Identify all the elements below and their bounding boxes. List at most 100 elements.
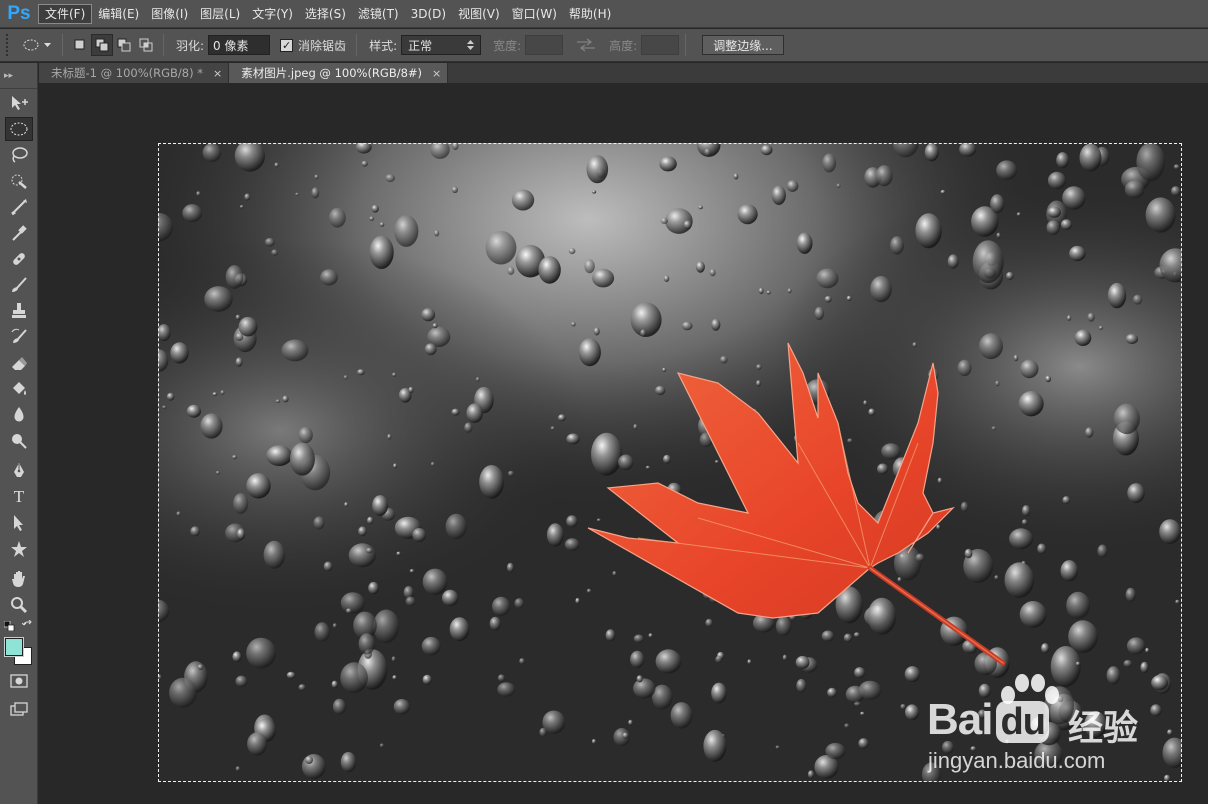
raindrop bbox=[1041, 643, 1050, 654]
raindrop bbox=[957, 359, 972, 377]
raindrop bbox=[979, 333, 1003, 360]
raindrop bbox=[394, 215, 419, 247]
eyedropper-tool[interactable] bbox=[5, 221, 33, 245]
add-to-selection-button[interactable] bbox=[91, 34, 113, 56]
custom-shape-tool[interactable] bbox=[5, 537, 33, 561]
raindrop bbox=[340, 751, 357, 773]
raindrop bbox=[305, 756, 313, 764]
dodge-tool[interactable] bbox=[5, 429, 33, 453]
lasso-icon bbox=[12, 147, 28, 163]
raindrop bbox=[1047, 171, 1066, 190]
menu-image[interactable]: 图像(I) bbox=[145, 4, 194, 24]
options-bar-grip[interactable] bbox=[6, 34, 16, 56]
raindrop bbox=[1106, 666, 1121, 685]
refine-edge-button[interactable]: 调整边缘... bbox=[702, 35, 784, 55]
raindrop bbox=[421, 636, 441, 656]
raindrop bbox=[340, 592, 365, 614]
raindrop bbox=[795, 655, 810, 669]
lasso-tool[interactable] bbox=[5, 143, 33, 167]
hand-tool[interactable] bbox=[5, 567, 33, 591]
tool-preset-picker[interactable] bbox=[16, 34, 56, 56]
brush-icon bbox=[12, 277, 27, 292]
height-input[interactable] bbox=[641, 35, 680, 55]
raindrop bbox=[662, 367, 667, 372]
raindrop bbox=[233, 493, 249, 514]
raindrop bbox=[464, 422, 473, 433]
raindrop bbox=[824, 295, 832, 303]
separator bbox=[163, 34, 164, 56]
raindrop bbox=[451, 408, 460, 416]
foreground-color-swatch[interactable] bbox=[4, 637, 24, 657]
healing-brush-icon bbox=[13, 253, 25, 265]
raindrop bbox=[1125, 333, 1139, 345]
close-icon[interactable]: × bbox=[213, 67, 222, 80]
tools-panel-collapse[interactable]: ▸▸ bbox=[0, 63, 37, 89]
raindrop bbox=[737, 204, 758, 225]
raindrop bbox=[1019, 601, 1047, 628]
paint-bucket-tool[interactable] bbox=[5, 377, 33, 401]
feather-input[interactable]: 0 像素 bbox=[208, 35, 271, 55]
raindrop bbox=[408, 386, 414, 393]
new-selection-button[interactable] bbox=[69, 34, 91, 56]
pen-tool[interactable] bbox=[5, 459, 33, 483]
raindrop bbox=[592, 268, 615, 288]
swap-dimensions-icon[interactable] bbox=[575, 38, 597, 52]
menu-layer[interactable]: 图层(L) bbox=[194, 4, 246, 24]
eyedropper-icon bbox=[12, 225, 27, 241]
eraser-tool[interactable] bbox=[5, 351, 33, 375]
raindrop bbox=[1056, 152, 1069, 169]
raindrop bbox=[1145, 647, 1150, 653]
elliptical-marquee-tool[interactable] bbox=[5, 117, 33, 141]
screen-mode-button[interactable] bbox=[5, 697, 33, 721]
raindrop bbox=[246, 473, 271, 499]
quick-mask-button[interactable] bbox=[5, 669, 33, 693]
menu-filter[interactable]: 滤镜(T) bbox=[352, 4, 405, 24]
raindrop bbox=[311, 187, 320, 199]
width-input[interactable] bbox=[525, 35, 564, 55]
antialias-checkbox[interactable]: ✓ bbox=[280, 38, 294, 52]
tab-material-image[interactable]: 素材图片.jpeg @ 100%(RGB/8#) × bbox=[229, 63, 449, 83]
move-tool[interactable] bbox=[5, 91, 33, 115]
type-tool[interactable]: T bbox=[5, 485, 33, 509]
clone-stamp-tool[interactable] bbox=[5, 299, 33, 323]
close-icon[interactable]: × bbox=[432, 67, 441, 80]
raindrop bbox=[758, 287, 764, 295]
crop-tool[interactable] bbox=[5, 195, 33, 219]
intersect-selection-icon bbox=[139, 38, 153, 52]
menu-edit[interactable]: 编辑(E) bbox=[92, 4, 145, 24]
menu-3d[interactable]: 3D(D) bbox=[405, 4, 452, 24]
raindrop bbox=[313, 516, 325, 530]
brush-tool[interactable] bbox=[5, 273, 33, 297]
path-selection-tool[interactable] bbox=[5, 511, 33, 535]
blur-tool[interactable] bbox=[5, 403, 33, 427]
raindrop bbox=[366, 547, 373, 554]
raindrop bbox=[539, 727, 547, 737]
watermark-url: jingyan.baidu.com bbox=[928, 748, 1106, 773]
raindrop bbox=[286, 671, 296, 679]
subtract-from-selection-button[interactable] bbox=[113, 34, 135, 56]
menu-view[interactable]: 视图(V) bbox=[452, 4, 506, 24]
menu-window[interactable]: 窗口(W) bbox=[506, 4, 563, 24]
menu-file[interactable]: 文件(F) bbox=[38, 3, 93, 24]
raindrop bbox=[1013, 354, 1019, 362]
raindrop bbox=[466, 403, 484, 424]
raindrop bbox=[1021, 519, 1028, 526]
menu-select[interactable]: 选择(S) bbox=[299, 4, 352, 24]
menu-type[interactable]: 文字(Y) bbox=[246, 4, 299, 24]
raindrop bbox=[1097, 544, 1108, 558]
quick-selection-tool[interactable] bbox=[5, 169, 33, 193]
style-select[interactable]: 正常 bbox=[401, 35, 482, 55]
raindrop bbox=[705, 618, 713, 627]
zoom-tool[interactable] bbox=[5, 593, 33, 617]
intersect-selection-button[interactable] bbox=[135, 34, 157, 56]
healing-brush-tool[interactable] bbox=[5, 247, 33, 271]
raindrop bbox=[771, 185, 786, 205]
swap-colors-icon[interactable] bbox=[22, 620, 34, 632]
raindrop bbox=[196, 191, 201, 197]
raindrop bbox=[1170, 186, 1181, 197]
default-colors-icon[interactable] bbox=[4, 621, 16, 631]
menu-help[interactable]: 帮助(H) bbox=[563, 4, 617, 24]
tab-untitled-1[interactable]: 未标题-1 @ 100%(RGB/8) * × bbox=[39, 63, 230, 83]
history-brush-tool[interactable] bbox=[5, 325, 33, 349]
raindrop bbox=[1150, 704, 1162, 717]
